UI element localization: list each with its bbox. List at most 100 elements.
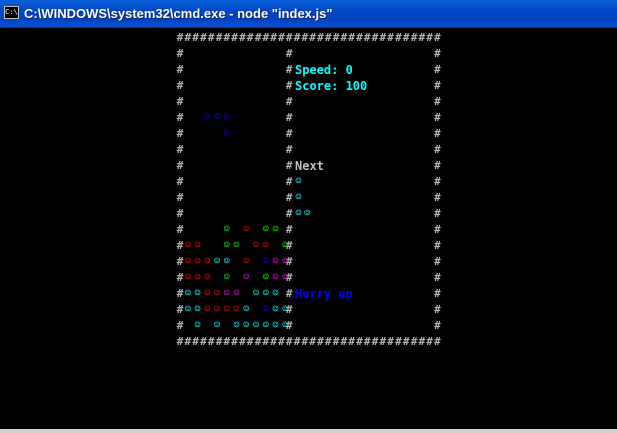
wall-divider: #: [285, 191, 293, 204]
wall-left: #: [176, 303, 184, 316]
tetris-block: ☺: [194, 256, 201, 267]
wall-left: #: [176, 287, 184, 300]
wall-bottom: #: [301, 335, 309, 348]
wall-right: #: [434, 207, 441, 220]
wall-left: #: [176, 319, 184, 332]
wall-top: #: [254, 31, 262, 44]
tetris-block: ☺: [233, 320, 240, 331]
tetris-block: ☺: [272, 224, 279, 235]
tetris-block: ☺: [184, 240, 191, 251]
wall-left: #: [176, 159, 184, 172]
wall-bottom: #: [239, 335, 246, 348]
wall-top: #: [426, 31, 433, 44]
wall-top: #: [285, 31, 293, 44]
wall-bottom: #: [340, 335, 348, 348]
wall-top: #: [348, 31, 355, 44]
wall-right: #: [434, 127, 441, 140]
tetris-block: ☺: [184, 304, 191, 315]
wall-bottom: #: [285, 335, 293, 348]
wall-divider: #: [285, 159, 293, 172]
cmd-icon[interactable]: C:\: [4, 6, 19, 19]
wall-bottom: #: [317, 335, 324, 348]
next-label: Next: [295, 159, 324, 173]
wall-divider: #: [285, 127, 293, 140]
tetris-block: ☺: [214, 288, 221, 299]
wall-bottom: #: [246, 335, 254, 348]
wall-left: #: [176, 175, 184, 188]
wall-bottom: #: [215, 335, 223, 348]
wall-divider: #: [285, 47, 293, 60]
tetris-block: ☺: [262, 320, 269, 331]
wall-top: #: [363, 31, 371, 44]
wall-top: #: [379, 31, 387, 44]
wall-left: #: [176, 95, 184, 108]
tetris-block: ☺: [223, 128, 230, 139]
title-bar[interactable]: C:\ C:\WINDOWS\system32\cmd.exe - node "…: [0, 0, 617, 28]
wall-divider: #: [285, 111, 293, 124]
tetris-block: ☺: [184, 288, 191, 299]
tetris-block: ☺: [214, 112, 221, 123]
tetris-block: ☺: [253, 240, 260, 251]
wall-top: #: [309, 31, 316, 44]
tetris-block: ☺: [262, 288, 269, 299]
wall-top: #: [340, 31, 348, 44]
tetris-block: ☺: [282, 320, 289, 331]
tetris-block: ☺: [282, 272, 289, 283]
wall-top: #: [410, 31, 418, 44]
wall-left: #: [176, 191, 184, 204]
tetris-block: ☺: [262, 272, 269, 283]
wall-divider: #: [285, 287, 293, 300]
tetris-block: ☺: [243, 304, 250, 315]
wall-top: #: [278, 31, 285, 44]
wall-left: #: [176, 111, 184, 124]
wall-divider: #: [285, 79, 293, 92]
wall-bottom: #: [293, 335, 301, 348]
wall-top: #: [200, 31, 207, 44]
wall-bottom: #: [223, 335, 231, 348]
wall-top: #: [371, 31, 379, 44]
hurry-up-message: Hurry up: [295, 287, 353, 301]
wall-divider: #: [285, 143, 293, 156]
tetris-block: ☺: [223, 224, 230, 235]
wall-divider: #: [285, 223, 293, 236]
wall-top: #: [356, 31, 363, 44]
tetris-block: ☺: [204, 256, 211, 267]
wall-bottom: #: [231, 335, 238, 348]
tetris-block: ☺: [204, 112, 211, 123]
tetris-block: ☺: [204, 288, 211, 299]
tetris-block: ☺: [282, 256, 289, 267]
wall-top: #: [317, 31, 324, 44]
wall-top: #: [176, 31, 184, 44]
tetris-block: ☺: [194, 240, 201, 251]
wall-right: #: [434, 63, 441, 76]
wall-left: #: [176, 127, 184, 140]
wall-right: #: [434, 191, 441, 204]
wall-right: #: [434, 79, 441, 92]
wall-top: #: [402, 31, 410, 44]
console-area[interactable]: # # # # # # # # # # # # # # # # # # # # # # # # # # # # # # # # # # # # # # # #…: [0, 28, 617, 433]
wall-top: #: [270, 31, 277, 44]
wall-left: #: [176, 271, 184, 284]
wall-top: #: [324, 31, 332, 44]
wall-left: #: [176, 47, 184, 60]
wall-bottom: #: [379, 335, 387, 348]
tetris-block: ☺: [243, 272, 250, 283]
wall-left: #: [176, 255, 184, 268]
tetris-block: ☺: [233, 304, 240, 315]
wall-right: #: [434, 303, 441, 316]
tetris-block: ☺: [243, 320, 250, 331]
wall-bottom: #: [363, 335, 371, 348]
wall-bottom: #: [254, 335, 262, 348]
next-piece-block: ☺: [295, 176, 302, 187]
tetris-block: ☺: [262, 240, 269, 251]
wall-bottom: #: [278, 335, 285, 348]
wall-bottom: #: [270, 335, 277, 348]
wall-bottom: #: [395, 335, 402, 348]
score-label: Score: 100: [295, 79, 368, 93]
wall-top: #: [262, 31, 270, 44]
wall-bottom: #: [434, 335, 441, 348]
wall-bottom: #: [200, 335, 207, 348]
wall-bottom: #: [418, 335, 426, 348]
wall-bottom: #: [324, 335, 332, 348]
wall-bottom: #: [184, 335, 192, 348]
